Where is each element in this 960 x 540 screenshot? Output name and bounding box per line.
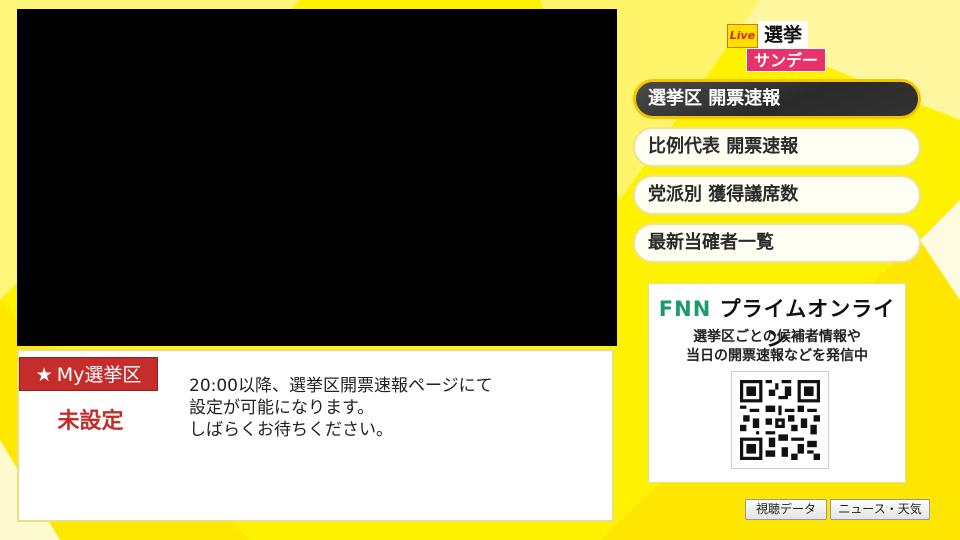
menu-party-seats[interactable]: 党派別 獲得議席数 xyxy=(633,175,921,215)
my-district-badge: ★ My選挙区 xyxy=(19,357,158,391)
fnn-description: 選挙区ごとの候補者情報や 当日の開票速報などを発信中 xyxy=(686,329,868,364)
notice-text: 20:00以降、選挙区開票速報ページにて 設定が可能になります。 しばらくお待ち… xyxy=(189,376,493,440)
fnn-logo-text: FNN xyxy=(658,297,712,321)
menu-latest-winners[interactable]: 最新当確者一覧 xyxy=(633,223,921,263)
logo-title-bottom: サンデー xyxy=(746,48,826,72)
election-menu: 選挙区 開票速報 比例代表 開票速報 党派別 獲得議席数 最新当確者一覧 xyxy=(633,79,921,271)
qr-code-icon xyxy=(732,372,828,468)
logo-live-tag: Live xyxy=(727,24,758,48)
video-player[interactable] xyxy=(17,9,617,346)
fnn-prime-online-card: FNN プライムオンライン 選挙区ごとの候補者情報や 当日の開票速報などを発信中 xyxy=(648,283,906,483)
district-status: 未設定 xyxy=(57,409,124,434)
menu-proportional-results[interactable]: 比例代表 開票速報 xyxy=(633,127,921,167)
menu-district-results[interactable]: 選挙区 開票速報 xyxy=(633,79,921,119)
my-district-panel: ★ My選挙区 未設定 20:00以降、選挙区開票速報ページにて 設定が可能になり… xyxy=(17,349,614,522)
viewing-data-button[interactable]: 視聴データ xyxy=(745,499,827,520)
my-district-label: My選挙区 xyxy=(56,364,142,386)
senkyo-sunday-logo: Live 選挙 サンデー xyxy=(727,21,827,73)
star-icon: ★ xyxy=(35,364,53,386)
news-weather-button[interactable]: ニュース・天気 xyxy=(830,499,930,520)
logo-title-top: 選挙 xyxy=(758,21,808,49)
